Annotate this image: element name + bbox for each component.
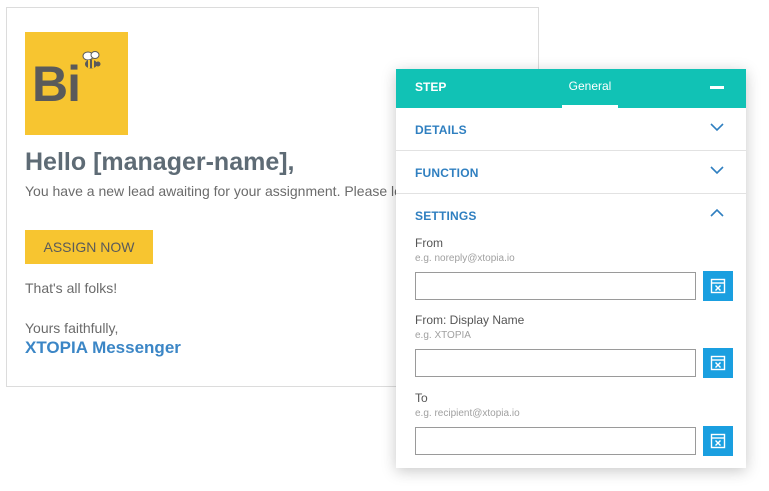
email-closing: That's all folks! — [25, 280, 118, 296]
logo-text: Bi — [32, 56, 81, 112]
to-variable-button[interactable] — [703, 426, 733, 456]
section-settings-label: SETTINGS — [415, 209, 477, 223]
email-signoff: Yours faithfully, — [25, 320, 119, 336]
section-settings[interactable]: SETTINGS — [396, 194, 746, 237]
minus-icon[interactable] — [710, 86, 724, 89]
display-name-hint: e.g. XTOPIA — [415, 330, 471, 341]
section-function-label: FUNCTION — [415, 166, 479, 180]
variable-picker-icon — [710, 433, 726, 449]
from-input[interactable] — [415, 272, 696, 300]
panel-header: STEP General — [396, 69, 746, 108]
section-function[interactable]: FUNCTION — [396, 151, 746, 194]
from-label: From — [415, 236, 443, 250]
variable-picker-icon — [710, 355, 726, 371]
display-name-input[interactable] — [415, 349, 696, 377]
chevron-down-icon — [710, 123, 724, 132]
variable-picker-icon — [710, 278, 726, 294]
to-hint: e.g. recipient@xtopia.io — [415, 408, 520, 419]
panel-step-label: STEP — [415, 80, 447, 94]
email-greeting: Hello [manager-name], — [25, 148, 295, 176]
from-hint: e.g. noreply@xtopia.io — [415, 253, 515, 264]
to-input[interactable] — [415, 427, 696, 455]
section-details[interactable]: DETAILS — [396, 108, 746, 151]
busy-bee-logo: Bi — [25, 32, 128, 135]
step-panel: STEP General DETAILS FUNCTION SETTINGS F… — [396, 69, 746, 468]
tab-general[interactable]: General — [562, 69, 618, 108]
section-details-label: DETAILS — [415, 123, 467, 137]
chevron-up-icon — [710, 208, 724, 217]
email-signature: XTOPIA Messenger — [25, 338, 181, 357]
assign-now-button[interactable]: ASSIGN NOW — [25, 230, 153, 264]
display-name-label: From: Display Name — [415, 313, 525, 327]
chevron-down-icon — [710, 166, 724, 175]
display-name-variable-button[interactable] — [703, 348, 733, 378]
bee-icon — [82, 51, 101, 69]
to-label: To — [415, 391, 428, 405]
from-variable-button[interactable] — [703, 271, 733, 301]
